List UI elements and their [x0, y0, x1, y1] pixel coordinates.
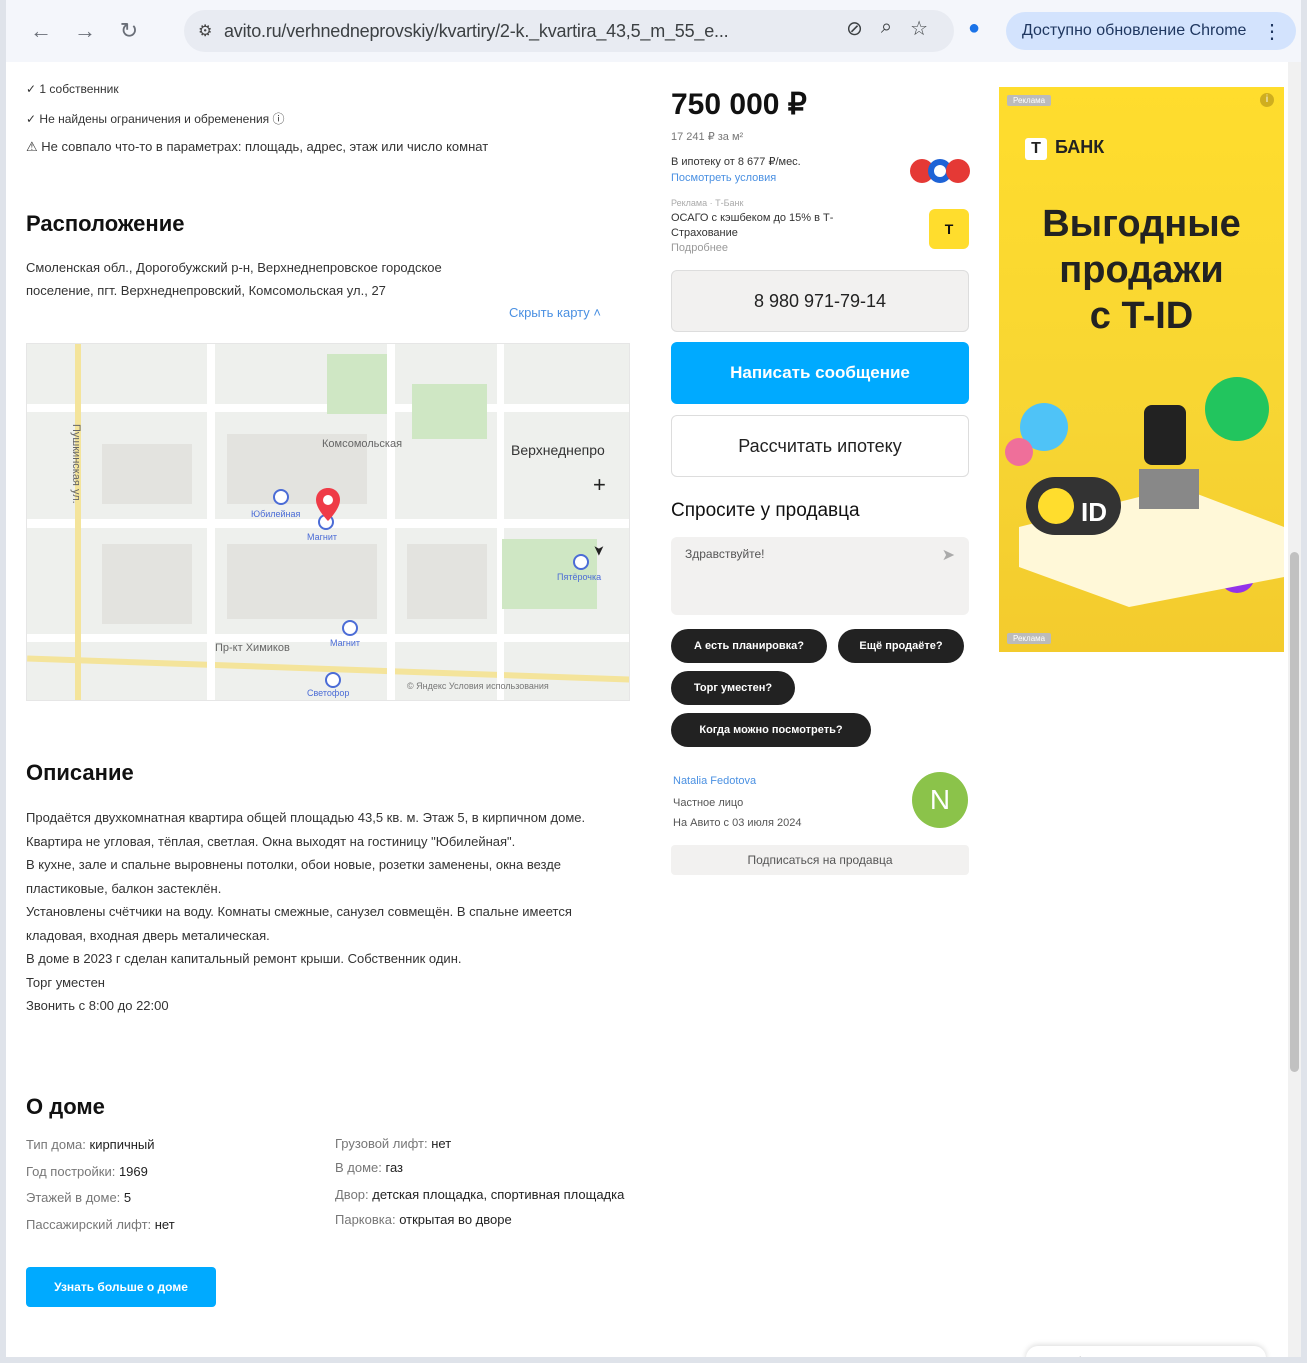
ad-tag: Реклама — [1007, 95, 1052, 106]
banner-illustration-icon — [1005, 377, 1284, 607]
compass-icon[interactable]: ➤ — [590, 545, 607, 557]
write-message-button[interactable]: Написать сообщение — [671, 342, 969, 404]
calc-mortgage-button[interactable]: Рассчитать ипотеку — [671, 415, 969, 477]
map-poi-icon[interactable] — [342, 620, 358, 636]
back-icon[interactable]: ← — [24, 14, 58, 48]
update-label: Доступно обновление Chrome — [1022, 22, 1247, 39]
menu-dots-icon[interactable]: ⋮ — [1262, 19, 1282, 44]
description-line: В доме в 2023 г сделан капитальный ремон… — [26, 951, 462, 966]
mortgage-conditions-link[interactable]: Посмотреть условия — [671, 172, 776, 184]
banner-title: Выгодные продажи с T-ID — [1042, 203, 1241, 337]
site-settings-icon[interactable]: ⚙ — [198, 21, 224, 41]
map-street-label: Пушкинская ул. — [70, 424, 82, 504]
insurance-ad[interactable]: Реклама · Т-Банк ОСАГО с кэшбеком до 15%… — [671, 196, 881, 256]
house-param: Двор: детская площадка, спортивная площа… — [335, 1187, 625, 1202]
seller-name-link[interactable]: Natalia Fedotova — [673, 775, 756, 787]
house-param: Год постройки: 1969 — [26, 1163, 148, 1179]
house-param: Этажей в доме: 5 — [26, 1190, 132, 1205]
address-text: Смоленская обл., Дорогобужский р-н, Верх… — [26, 260, 442, 298]
price: 750 000 ₽ — [671, 88, 807, 121]
house-heading: О доме — [26, 1094, 105, 1119]
scroll-thumb[interactable] — [1290, 552, 1299, 1072]
tbank-logo-icon: Т — [929, 209, 969, 249]
zoom-icon[interactable]: ⌕ — [881, 16, 892, 41]
bookmark-star-icon[interactable]: ☆ — [910, 16, 928, 41]
map-street-label: Комсомольская — [322, 438, 403, 450]
quick-question-chip[interactable]: А есть планировка? — [671, 629, 827, 663]
house-param: Пассажирский лифт: нет — [26, 1216, 175, 1232]
info-icon[interactable]: i — [1260, 93, 1274, 107]
description-line: Установлены счётчики на воду. Комнаты см… — [26, 904, 572, 943]
ad-tag: Реклама — [1007, 633, 1052, 644]
browser-window: ← → ↻ ⚙ avito.ru/verhnedneprovskiy/kvart… — [0, 0, 1307, 1363]
check-owner: ✓ 1 собственник — [26, 82, 119, 96]
check-mismatch: ⚠ Не совпало что-то в параметрах: площад… — [26, 139, 489, 154]
mortgage-offer: В ипотеку от 8 677 ₽/мес. Посмотреть усл… — [671, 156, 801, 184]
send-icon[interactable]: ➤ — [942, 545, 955, 565]
profile-icon[interactable]: ● — [960, 17, 988, 45]
description-text: Продаётся двухкомнатная квартира общей п… — [26, 806, 626, 1018]
bank-logos-icon — [910, 159, 970, 183]
subscribe-seller-button[interactable]: Подписаться на продавца — [671, 845, 969, 875]
house-param: Грузовой лифт: нет — [335, 1136, 452, 1151]
price-per-meter: 17 241 ₽ за м² — [671, 131, 744, 143]
quick-question-chip[interactable]: Торг уместен? — [671, 671, 795, 705]
phone-button[interactable]: 8 980 971-79-14 — [671, 270, 969, 332]
map-poi-icon[interactable] — [325, 672, 341, 688]
seller-meta: Частное лицо На Авито с 03 июля 2024 — [673, 797, 802, 829]
map-pin-icon — [316, 488, 340, 521]
quick-question-chip[interactable]: Когда можно посмотреть? — [671, 713, 871, 747]
location-heading: Расположение — [26, 211, 185, 236]
forward-icon[interactable]: → — [68, 14, 102, 48]
avatar[interactable]: N — [912, 772, 968, 828]
description-line: Звонить с 8:00 до 22:00 — [26, 998, 169, 1013]
ask-seller-input[interactable]: Здравствуйте! ➤ — [671, 537, 969, 615]
description-line: Торг уместен — [26, 974, 105, 990]
house-param: Парковка: открытая во дворе — [335, 1212, 512, 1227]
url-text[interactable]: avito.ru/verhnedneprovskiy/kvartiry/2-k.… — [224, 21, 784, 42]
description-line: В кухне, зале и спальне выровнены потолк… — [26, 857, 562, 896]
reload-icon[interactable]: ↻ — [112, 14, 146, 48]
id-badge: ID — [1081, 497, 1107, 527]
map[interactable]: Верхнеднепро Комсомольская Пр-кт Химиков… — [26, 343, 630, 701]
eye-off-icon[interactable]: ⊘ — [846, 16, 863, 41]
map-poi-icon[interactable] — [273, 489, 289, 505]
check-restrictions: ✓ Не найдены ограничения и обременения ⓘ — [26, 112, 285, 126]
house-param: В доме: газ — [335, 1160, 404, 1175]
tbank-logo-icon: Т — [1025, 138, 1047, 160]
map-town-label: Верхнеднепро — [511, 442, 605, 458]
ad-banner[interactable]: Реклама i Т БАНК Выгодные продажи с T-ID … — [999, 87, 1284, 652]
learn-more-house-button[interactable]: Узнать больше о доме — [26, 1267, 216, 1307]
house-param: Тип дома: кирпичный — [26, 1137, 155, 1152]
chrome-update-button[interactable]: Доступно обновление Chrome ⋮ — [1006, 12, 1296, 50]
ask-seller-heading: Спросите у продавца — [671, 500, 860, 521]
quick-question-chip[interactable]: Ещё продаёте? — [838, 629, 964, 663]
hide-map-link[interactable]: Скрыть карту ˄ — [509, 305, 601, 320]
house-params-left: Тип дома: кирпичный Год постройки: 1969 … — [26, 1132, 316, 1238]
house-params-right: Грузовой лифт: нет В доме: газ Двор: дет… — [335, 1132, 625, 1232]
unread-dot-icon — [1128, 1357, 1138, 1363]
messages-widget[interactable]: Сообщения — [1026, 1346, 1266, 1363]
page-scrollbar[interactable] — [1288, 62, 1301, 1357]
map-poi-icon[interactable] — [573, 554, 589, 570]
description-heading: Описание — [26, 760, 134, 785]
address-bar[interactable]: ⚙ avito.ru/verhnedneprovskiy/kvartiry/2-… — [184, 10, 954, 52]
map-attribution[interactable]: © Яндекс Условия использования — [407, 681, 549, 691]
map-street-label: Пр-кт Химиков — [215, 642, 290, 654]
description-line: Продаётся двухкомнатная квартира общей п… — [26, 810, 586, 849]
zoom-in-icon[interactable]: + — [593, 472, 606, 498]
browser-toolbar: ← → ↻ ⚙ avito.ru/verhnedneprovskiy/kvart… — [6, 0, 1301, 62]
banner-brand: Т БАНК — [1025, 137, 1104, 160]
